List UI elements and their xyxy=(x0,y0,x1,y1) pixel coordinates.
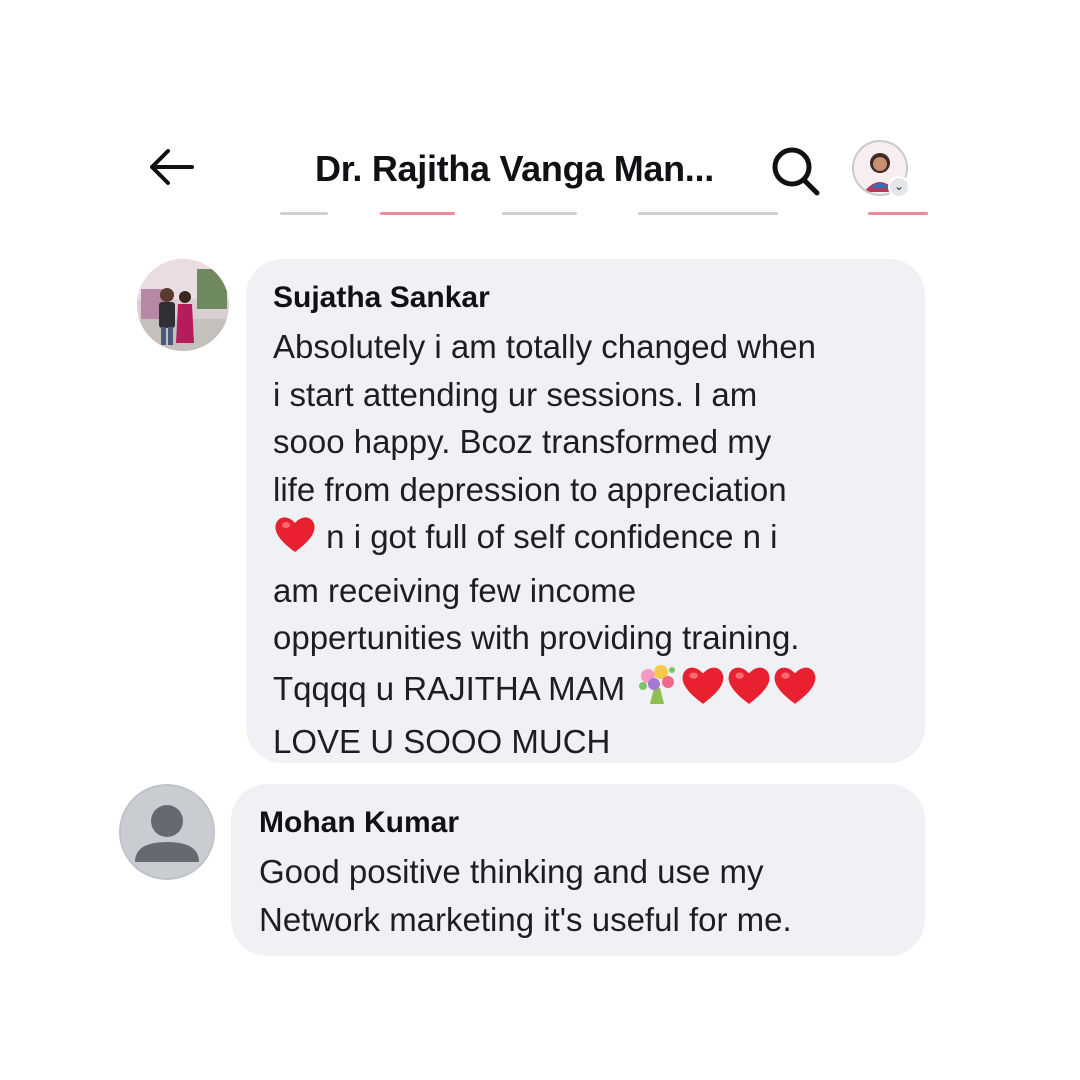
comment-line: oppertunities with providing training. xyxy=(273,619,800,656)
bouquet-emoji-icon xyxy=(634,662,680,719)
comment-author[interactable]: Sujatha Sankar xyxy=(273,281,899,315)
back-arrow-icon[interactable] xyxy=(142,142,202,192)
comment-line: Tqqqq u RAJITHA MAM xyxy=(273,669,635,707)
comment-author[interactable]: Mohan Kumar xyxy=(259,806,897,840)
heart-emoji-icon xyxy=(726,664,772,719)
heart-emoji-icon xyxy=(680,664,726,719)
tab-strip xyxy=(280,212,930,218)
comment-bubble: Sujatha Sankar Absolutely i am totally c… xyxy=(246,259,925,763)
comment-text: Good positive thinking and use my Networ… xyxy=(259,848,897,943)
comment-line: life from depression to appreciation xyxy=(273,470,787,508)
comment-bubble: Mohan Kumar Good positive thinking and u… xyxy=(231,784,925,956)
page-avatar[interactable]: ⌄ xyxy=(852,140,910,198)
chevron-down-icon[interactable]: ⌄ xyxy=(888,176,910,198)
search-icon[interactable] xyxy=(764,140,826,198)
heart-emoji-icon xyxy=(273,514,317,567)
comment-line: am receiving few income xyxy=(273,571,637,609)
comment-line: LOVE U SOOO MUCH xyxy=(273,723,611,760)
comment-line: Absolutely i am totally changed when xyxy=(273,328,816,365)
page-title: Dr. Rajitha Vanga Man... xyxy=(315,148,714,189)
comment-line: sooo happy. Bcoz transformed my xyxy=(273,423,772,460)
avatar[interactable] xyxy=(137,259,229,351)
tab-indicator xyxy=(502,212,577,215)
tab-indicator xyxy=(868,212,928,215)
comment-line: Network marketing it's useful for me. xyxy=(259,900,792,938)
comment-line: i start attending ur sessions. I am xyxy=(273,375,758,413)
comment-line: n i got full of self confidence n i xyxy=(317,518,778,555)
tab-indicator xyxy=(638,212,778,215)
comment-line: Good positive thinking and use my xyxy=(259,853,764,890)
tab-indicator xyxy=(380,212,455,215)
back-button[interactable] xyxy=(142,142,202,192)
default-user-icon xyxy=(135,805,199,862)
comment-text: Absolutely i am totally changed when i s… xyxy=(273,323,899,766)
avatar[interactable] xyxy=(119,784,215,880)
heart-emoji-icon xyxy=(772,664,818,719)
tab-indicator xyxy=(280,212,328,215)
search-button[interactable] xyxy=(764,140,826,198)
page-header: Dr. Rajitha Vanga Man... ⌄ xyxy=(0,120,1080,215)
